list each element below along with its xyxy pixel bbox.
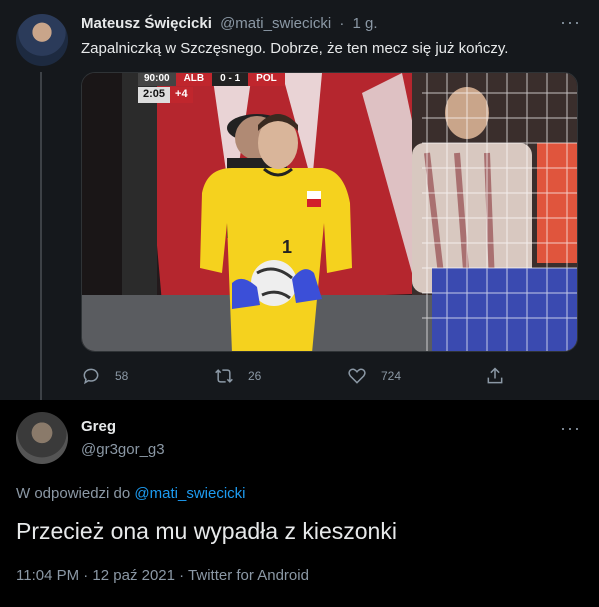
clock-time: 2:05 bbox=[138, 87, 171, 103]
reply-button[interactable]: 58 bbox=[81, 366, 128, 386]
team-away: POL bbox=[248, 73, 285, 86]
goalkeeper-scene-image: 1 bbox=[82, 73, 577, 351]
tweet-meta[interactable]: 11:04 PM · 12 paź 2021 · Twitter for And… bbox=[16, 567, 309, 584]
tweet-timestamp[interactable]: 1 g. bbox=[353, 15, 378, 32]
retweet-icon bbox=[215, 369, 233, 383]
retweet-count: 26 bbox=[248, 369, 262, 383]
more-options-button[interactable]: ··· bbox=[560, 418, 581, 439]
heart-icon bbox=[348, 368, 366, 384]
scoreboard: 90:00 ALB 0 - 1 POL bbox=[138, 73, 285, 86]
author-handle[interactable]: @gr3gor_g3 bbox=[81, 441, 165, 458]
author-handle[interactable]: @mati_swiecicki bbox=[220, 15, 331, 32]
share-icon bbox=[487, 367, 503, 384]
added-time: +4 bbox=[170, 87, 193, 103]
author-name[interactable]: Greg bbox=[81, 418, 116, 435]
added-time-clock: 2:05 +4 bbox=[138, 87, 193, 103]
author-name[interactable]: Mateusz Święcicki bbox=[81, 15, 212, 32]
retweet-button[interactable]: 26 bbox=[214, 366, 261, 386]
share-button[interactable] bbox=[485, 366, 519, 386]
match-time: 90:00 bbox=[138, 73, 176, 86]
tweet-original[interactable]: Mateusz Święcicki @mati_swiecicki · 1 g.… bbox=[0, 0, 599, 412]
tweet-reply[interactable]: Greg @gr3gor_g3 ··· W odpowiedzi do @mat… bbox=[0, 400, 599, 607]
reply-icon bbox=[83, 368, 99, 385]
tweet-header: Mateusz Święcicki @mati_swiecicki · 1 g. bbox=[81, 15, 378, 32]
match-score: 0 - 1 bbox=[212, 73, 249, 86]
thread-connector-line bbox=[40, 72, 42, 412]
reply-context: W odpowiedzi do @mati_swiecicki bbox=[16, 485, 246, 502]
reply-mention-link[interactable]: @mati_swiecicki bbox=[134, 485, 245, 502]
tweet-text: Zapalniczką w Szczęsnego. Dobrze, że ten… bbox=[81, 40, 509, 57]
tweet-media-video[interactable]: 1 90:00 ALB 0 - 1 POL 2:05 +4 bbox=[81, 72, 578, 352]
jersey-number: 1 bbox=[282, 237, 292, 257]
avatar[interactable] bbox=[16, 14, 68, 66]
tweet-text: Przecież ona mu wypadła z kieszonki bbox=[16, 518, 397, 544]
header-separator: · bbox=[339, 15, 345, 32]
like-count: 724 bbox=[381, 369, 402, 383]
reply-prefix: W odpowiedzi do bbox=[16, 485, 131, 502]
reply-count: 58 bbox=[115, 369, 129, 383]
tweet-actions: 58 26 724 bbox=[81, 366, 511, 388]
like-button[interactable]: 724 bbox=[347, 366, 401, 386]
team-home: ALB bbox=[175, 73, 213, 86]
more-options-button[interactable]: ··· bbox=[560, 12, 581, 33]
avatar[interactable] bbox=[16, 412, 68, 464]
